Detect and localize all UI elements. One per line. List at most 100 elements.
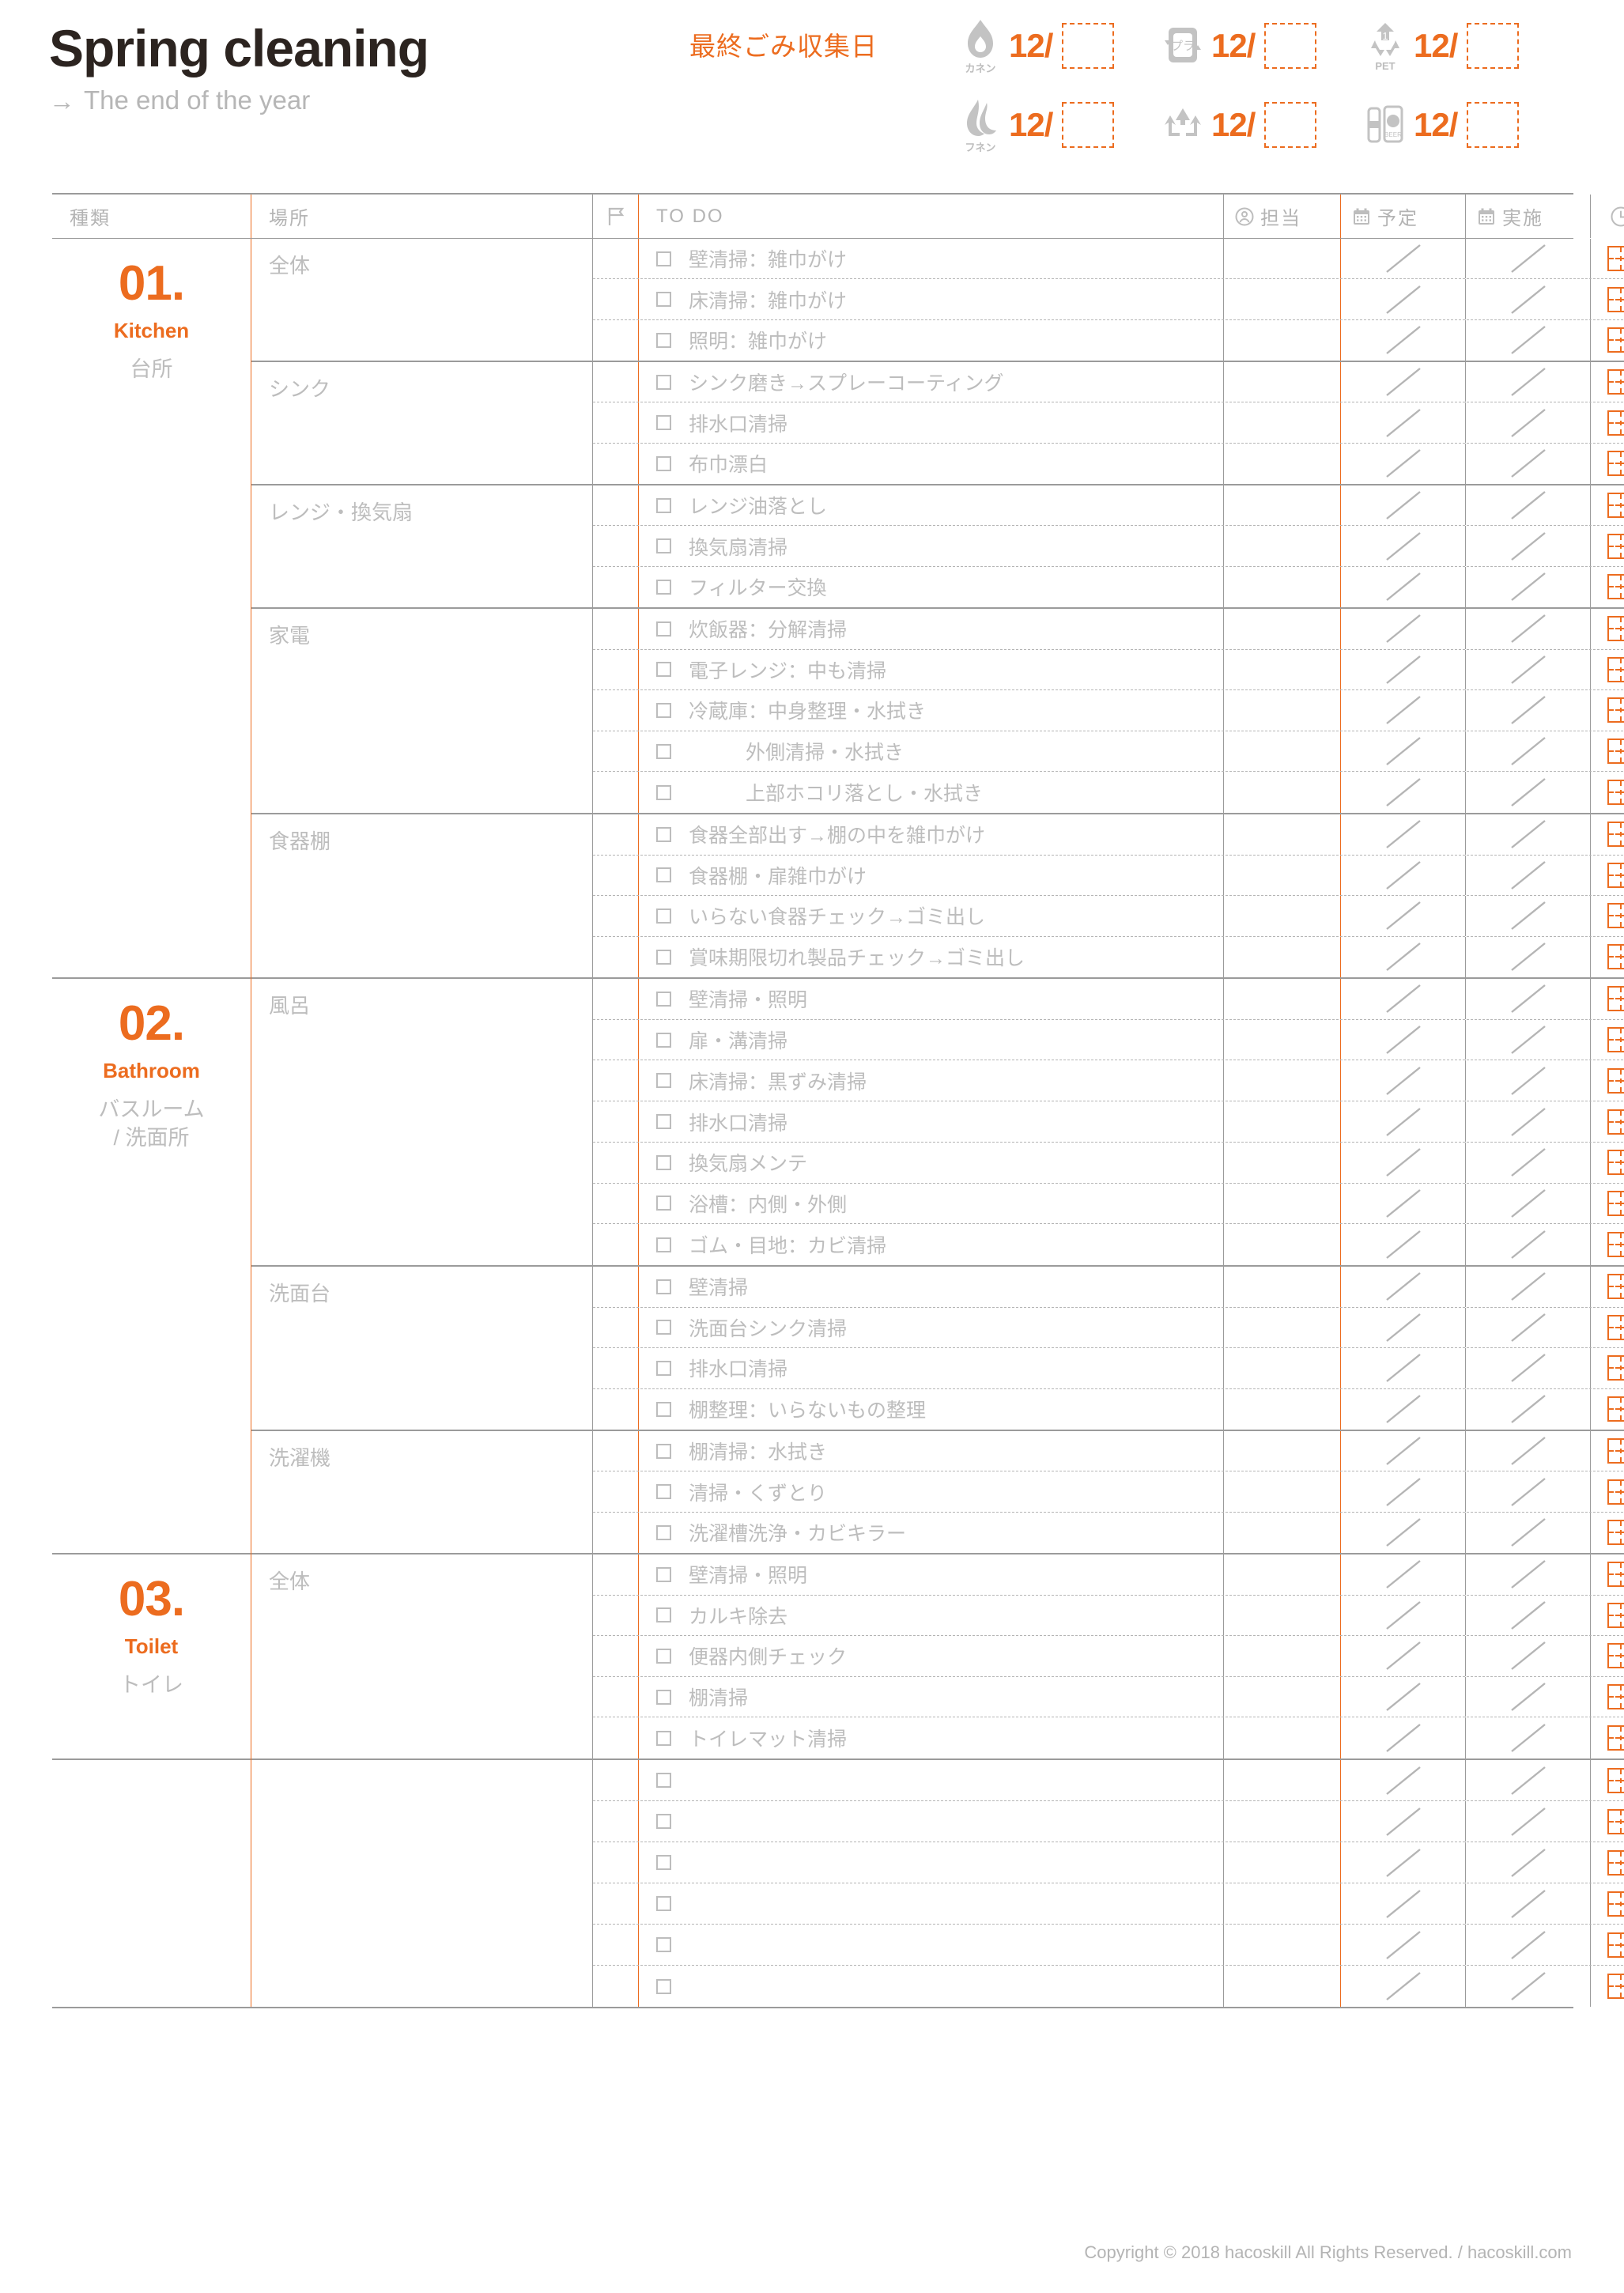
- done-date-cell[interactable]: [1466, 1388, 1591, 1430]
- assignee-cell[interactable]: [1224, 1512, 1341, 1554]
- task-checkbox[interactable]: [656, 579, 671, 595]
- plan-date-cell[interactable]: [1341, 443, 1466, 485]
- assignee-cell[interactable]: [1224, 1717, 1341, 1758]
- time-cell[interactable]: [1591, 1801, 1624, 1842]
- assignee-cell[interactable]: [1224, 1019, 1341, 1060]
- assignee-cell[interactable]: [1224, 814, 1341, 855]
- done-date-cell[interactable]: [1466, 566, 1591, 608]
- flag-cell[interactable]: [593, 1348, 639, 1388]
- done-date-cell[interactable]: [1466, 1842, 1591, 1883]
- time-quadrant-box[interactable]: [1607, 1725, 1624, 1751]
- task-checkbox[interactable]: [656, 1401, 671, 1417]
- time-quadrant-box[interactable]: [1607, 1396, 1624, 1422]
- time-quadrant-box[interactable]: [1607, 1190, 1624, 1216]
- time-cell[interactable]: [1591, 1101, 1624, 1142]
- assignee-cell[interactable]: [1224, 609, 1341, 649]
- flag-cell[interactable]: [593, 362, 639, 402]
- time-quadrant-box[interactable]: [1607, 739, 1624, 765]
- done-date-cell[interactable]: [1466, 1883, 1591, 1924]
- time-cell[interactable]: [1591, 1842, 1624, 1883]
- plan-date-cell[interactable]: [1341, 402, 1466, 443]
- time-quadrant-box[interactable]: [1607, 369, 1624, 395]
- time-cell[interactable]: [1591, 1554, 1624, 1595]
- time-quadrant-box[interactable]: [1607, 822, 1624, 848]
- time-quadrant-box[interactable]: [1607, 1232, 1624, 1258]
- time-cell[interactable]: [1591, 609, 1624, 649]
- done-date-cell[interactable]: [1466, 1966, 1591, 2007]
- assignee-cell[interactable]: [1224, 1676, 1341, 1717]
- place-name[interactable]: 全体: [251, 1554, 593, 1758]
- task-checkbox[interactable]: [656, 1032, 671, 1048]
- place-name[interactable]: 家電: [251, 609, 593, 813]
- time-quadrant-box[interactable]: [1607, 1150, 1624, 1176]
- done-date-cell[interactable]: [1466, 1431, 1591, 1471]
- plan-date-cell[interactable]: [1341, 526, 1466, 566]
- flag-cell[interactable]: [593, 1183, 639, 1224]
- time-quadrant-box[interactable]: [1607, 410, 1624, 436]
- done-date-cell[interactable]: [1466, 609, 1591, 649]
- task-checkbox[interactable]: [656, 1484, 671, 1500]
- plan-date-cell[interactable]: [1341, 319, 1466, 361]
- time-cell[interactable]: [1591, 362, 1624, 402]
- task-checkbox[interactable]: [656, 1196, 671, 1211]
- assignee-cell[interactable]: [1224, 1801, 1341, 1842]
- assignee-cell[interactable]: [1224, 1554, 1341, 1595]
- time-quadrant-box[interactable]: [1607, 1602, 1624, 1628]
- plan-date-cell[interactable]: [1341, 1060, 1466, 1101]
- flag-cell[interactable]: [593, 1060, 639, 1101]
- time-quadrant-box[interactable]: [1607, 1974, 1624, 1999]
- plan-date-cell[interactable]: [1341, 1676, 1466, 1717]
- plan-date-cell[interactable]: [1341, 649, 1466, 690]
- plan-date-cell[interactable]: [1341, 1267, 1466, 1307]
- time-cell[interactable]: [1591, 1883, 1624, 1924]
- time-quadrant-box[interactable]: [1607, 1684, 1624, 1710]
- flag-cell[interactable]: [593, 1142, 639, 1183]
- time-quadrant-box[interactable]: [1607, 1314, 1624, 1340]
- flag-cell[interactable]: [593, 485, 639, 526]
- time-quadrant-box[interactable]: [1607, 1479, 1624, 1505]
- done-date-cell[interactable]: [1466, 1471, 1591, 1512]
- time-quadrant-box[interactable]: [1607, 780, 1624, 806]
- garbage-date-input-burnable[interactable]: [1062, 23, 1115, 69]
- done-date-cell[interactable]: [1466, 731, 1591, 772]
- time-cell[interactable]: [1591, 937, 1624, 978]
- time-quadrant-box[interactable]: [1607, 1643, 1624, 1669]
- task-checkbox[interactable]: [656, 415, 671, 431]
- flag-cell[interactable]: [593, 1676, 639, 1717]
- time-quadrant-box[interactable]: [1607, 903, 1624, 929]
- task-checkbox[interactable]: [656, 1814, 671, 1829]
- task-checkbox[interactable]: [656, 743, 671, 759]
- done-date-cell[interactable]: [1466, 362, 1591, 402]
- assignee-cell[interactable]: [1224, 1925, 1341, 1965]
- plan-date-cell[interactable]: [1341, 609, 1466, 649]
- plan-date-cell[interactable]: [1341, 1388, 1466, 1430]
- time-cell[interactable]: [1591, 320, 1624, 361]
- plan-date-cell[interactable]: [1341, 1142, 1466, 1183]
- task-checkbox[interactable]: [656, 1073, 671, 1089]
- task-checkbox[interactable]: [656, 1855, 671, 1870]
- time-cell[interactable]: [1591, 444, 1624, 484]
- plan-date-cell[interactable]: [1341, 1842, 1466, 1883]
- plan-date-cell[interactable]: [1341, 1019, 1466, 1060]
- flag-cell[interactable]: [593, 1267, 639, 1307]
- done-date-cell[interactable]: [1466, 1019, 1591, 1060]
- time-cell[interactable]: [1591, 402, 1624, 442]
- plan-date-cell[interactable]: [1341, 485, 1466, 526]
- assignee-cell[interactable]: [1224, 1966, 1341, 2007]
- task-checkbox[interactable]: [656, 251, 671, 266]
- garbage-date-input-cans[interactable]: [1467, 102, 1520, 148]
- time-cell[interactable]: [1591, 1184, 1624, 1224]
- flag-cell[interactable]: [593, 772, 639, 813]
- task-checkbox[interactable]: [656, 538, 671, 554]
- time-cell[interactable]: [1591, 1308, 1624, 1348]
- flag-cell[interactable]: [593, 443, 639, 485]
- time-quadrant-box[interactable]: [1607, 1109, 1624, 1135]
- time-cell[interactable]: [1591, 1060, 1624, 1101]
- task-checkbox[interactable]: [656, 784, 671, 800]
- time-cell[interactable]: [1591, 650, 1624, 690]
- plan-date-cell[interactable]: [1341, 1348, 1466, 1388]
- time-cell[interactable]: [1591, 279, 1624, 319]
- done-date-cell[interactable]: [1466, 279, 1591, 319]
- place-name[interactable]: 洗濯機: [251, 1431, 593, 1553]
- time-cell[interactable]: [1591, 1513, 1624, 1553]
